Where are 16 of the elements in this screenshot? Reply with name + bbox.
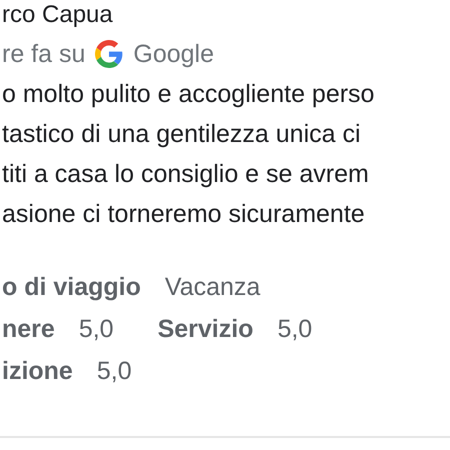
detail-value: Vacanza <box>164 272 260 302</box>
review-date: re fa su <box>2 40 86 68</box>
review-text-line: titi a casa lo consiglio e se avrem <box>2 159 369 190</box>
reviewer-name: rco Capua <box>2 0 113 30</box>
detail-label: o di viaggio <box>2 272 141 302</box>
review-source: Google <box>133 40 214 68</box>
detail-label: nere <box>2 314 55 344</box>
detail-label: izione <box>2 356 73 386</box>
detail-value: 5,0 <box>277 314 312 344</box>
detail-value: 5,0 <box>96 356 132 386</box>
review-text-line: tastico di una gentilezza unica ci <box>2 119 361 150</box>
detail-label: Servizio <box>158 314 254 344</box>
review-text-line: asione ci torneremo sicuramente <box>2 199 365 230</box>
google-logo-icon <box>95 40 124 68</box>
detail-value: 5,0 <box>78 314 114 344</box>
review-text-line: o molto pulito e accogliente perso <box>2 79 374 110</box>
